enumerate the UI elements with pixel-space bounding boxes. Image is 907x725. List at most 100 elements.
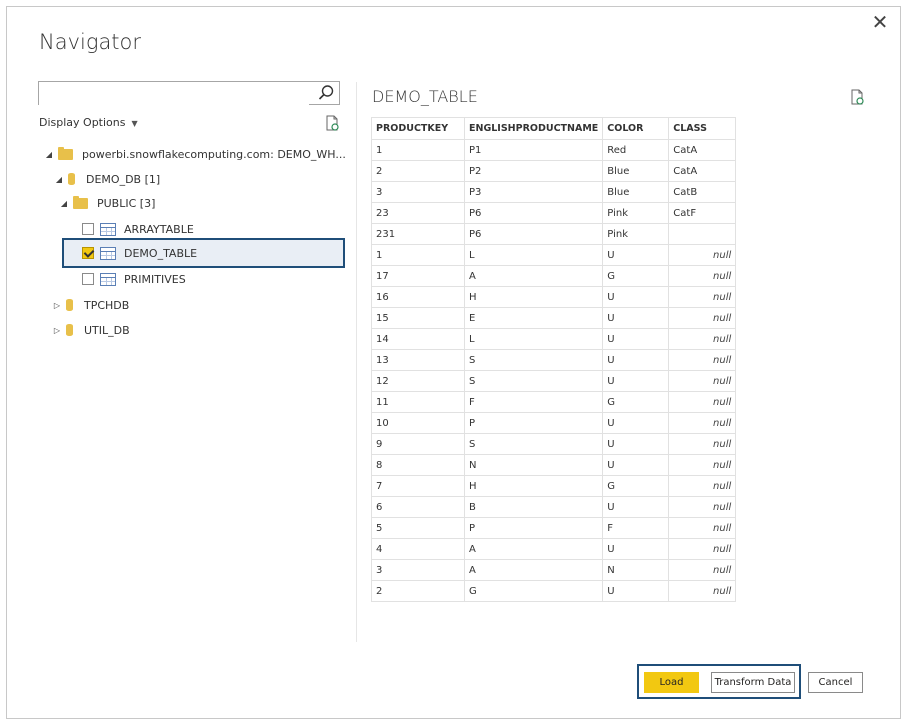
tree-node-public[interactable]: ◢ PUBLIC [3] [59,193,155,213]
preview-table-body: 1 P1 Red CatA 2 P2 Blue CatA 3 P3 Blue CatB 23 P6 Pink… [371,139,737,602]
table-cell: A [463,538,604,560]
table-cell: null [668,370,737,392]
table-cell: E [463,307,604,329]
table-row: 12 S Unull [371,370,737,392]
table-header-row: PRODUCTKEY ENGLISHPRODUCTNAME COLOR CLAS… [371,117,737,140]
table-cell: P6 [463,223,604,245]
demo-table-checkbox[interactable] [82,247,94,259]
table-cell: U [602,538,670,560]
table-row: 9 S Unull [371,433,737,455]
display-options-label: Display Options [39,116,126,129]
expand-toggle-icon[interactable]: ◢ [44,150,54,159]
expand-toggle-icon[interactable]: ◢ [59,199,69,208]
table-cell: G [602,391,670,413]
table-cell: U [602,328,670,350]
preview-title: DEMO_TABLE [372,87,478,106]
table-cell: L [463,328,604,350]
table-cell: 4 [371,538,465,560]
close-icon[interactable]: ✕ [870,12,890,32]
table-cell: CatF [668,202,737,224]
table-cell: null [668,433,737,455]
database-icon [66,324,73,336]
table-cell: 17 [371,265,465,287]
table-cell: null [668,559,737,581]
table-cell: 3 [371,181,465,203]
table-cell: 10 [371,412,465,434]
table-cell: null [668,454,737,476]
table-cell: 9 [371,433,465,455]
display-options-dropdown[interactable]: Display Options ▼ [39,116,138,129]
table-cell: null [668,328,737,350]
expand-toggle-icon[interactable]: ▷ [52,301,62,310]
table-cell: Blue [602,160,670,182]
table-cell: CatA [668,160,737,182]
search-input[interactable] [39,82,309,105]
table-cell: U [602,433,670,455]
refresh-preview-icon[interactable] [849,89,865,105]
table-cell: Blue [602,181,670,203]
expand-toggle-icon[interactable]: ◢ [54,175,64,184]
table-cell: 23 [371,202,465,224]
tree-node-label: PUBLIC [3] [97,196,156,210]
arraytable-checkbox[interactable] [82,223,94,235]
primitives-checkbox[interactable] [82,273,94,285]
table-row: 2 G Unull [371,580,737,602]
table-cell: G [602,475,670,497]
table-row: 1 L Unull [371,244,737,266]
table-cell: U [602,370,670,392]
table-row: 17 A Gnull [371,265,737,287]
tree-node-server[interactable]: ◢ powerbi.snowflakecomputing.com: DEMO_W… [44,144,346,164]
expand-toggle-icon[interactable]: ▷ [52,326,62,335]
chevron-down-icon: ▼ [131,119,138,128]
table-cell: 7 [371,475,465,497]
tree-node-demo-db[interactable]: ◢ DEMO_DB [1] [54,169,160,189]
table-cell: U [602,412,670,434]
refresh-icon[interactable] [324,115,340,131]
search-icon[interactable] [316,83,336,103]
table-cell: 3 [371,559,465,581]
preview-table: PRODUCTKEY ENGLISHPRODUCTNAME COLOR CLAS… [371,117,737,602]
table-cell: A [463,559,604,581]
table-cell: 231 [371,223,465,245]
table-cell: 13 [371,349,465,371]
database-icon [66,299,73,311]
table-cell: null [668,244,737,266]
column-header: CLASS [668,117,737,140]
table-cell: B [463,496,604,518]
table-row: 2 P2 Blue CatA [371,160,737,182]
table-row: 11 F Gnull [371,391,737,413]
table-cell: null [668,412,737,434]
table-cell: S [463,370,604,392]
table-cell: null [668,538,737,560]
table-cell: null [668,307,737,329]
table-cell: 12 [371,370,465,392]
tree-node-tpchdb[interactable]: ▷ TPCHDB [52,295,129,315]
table-cell: N [602,559,670,581]
tree-node-label: DEMO_TABLE [124,246,198,260]
table-cell: P1 [463,139,604,161]
table-row: 1 P1 Red CatA [371,139,737,161]
folder-icon [58,146,73,160]
table-row: 3 A Nnull [371,559,737,581]
transform-data-button[interactable]: Transform Data [711,672,795,693]
table-cell: null [668,496,737,518]
table-cell: 15 [371,307,465,329]
table-cell: CatA [668,139,737,161]
tree-node-demo-table[interactable]: DEMO_TABLE [82,243,197,263]
table-cell: 2 [371,580,465,602]
database-icon [68,173,75,185]
table-row: 231 P6 Pink [371,223,737,245]
table-icon [100,272,116,286]
table-cell: null [668,286,737,308]
table-cell: U [602,307,670,329]
column-header: ENGLISHPRODUCTNAME [463,117,604,140]
table-cell: 8 [371,454,465,476]
tree-node-util-db[interactable]: ▷ UTIL_DB [52,320,130,340]
tree-node-arraytable[interactable]: ARRAYTABLE [82,219,194,239]
tree-node-primitives[interactable]: PRIMITIVES [82,269,186,289]
table-row: 16 H Unull [371,286,737,308]
table-cell: CatB [668,181,737,203]
cancel-button[interactable]: Cancel [808,672,863,693]
load-button[interactable]: Load [644,672,699,693]
table-cell: 14 [371,328,465,350]
